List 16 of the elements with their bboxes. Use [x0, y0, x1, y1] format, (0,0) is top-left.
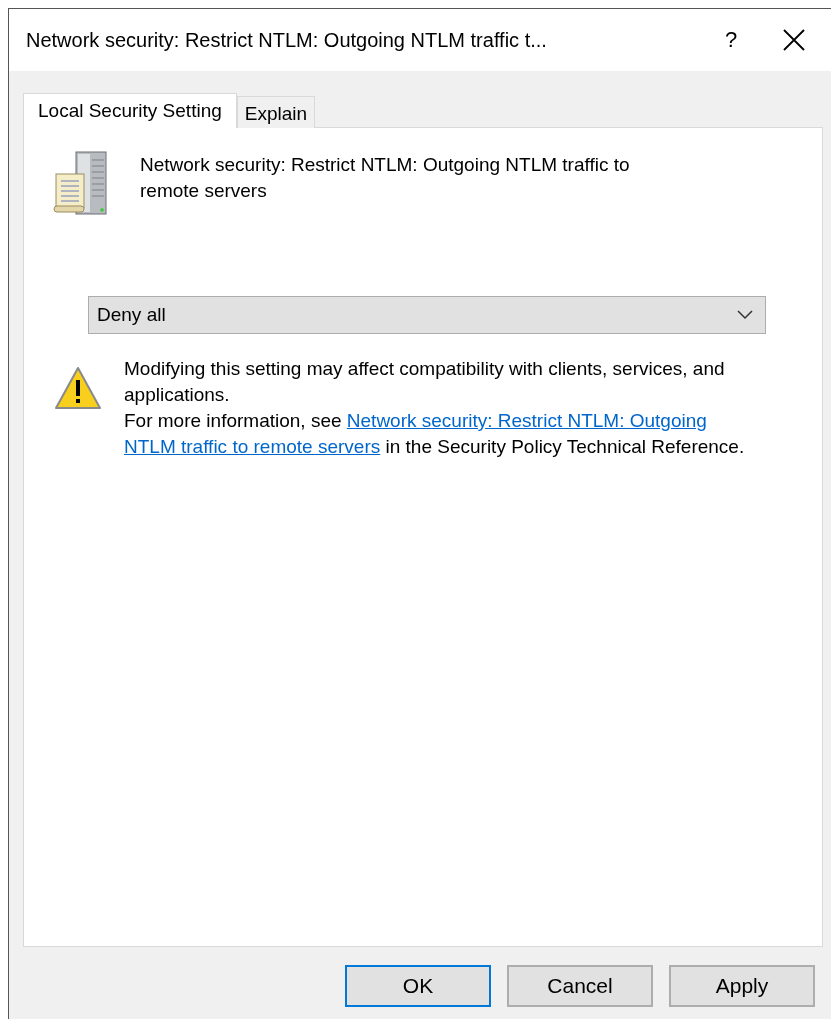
- help-button[interactable]: ?: [701, 27, 761, 53]
- setting-dropdown[interactable]: Deny all: [88, 296, 766, 334]
- close-icon[interactable]: [783, 29, 805, 51]
- dialog-button[interactable]: OK: [345, 965, 491, 1007]
- tab[interactable]: Local Security Setting: [23, 93, 237, 128]
- warning-text: Modifying this setting may affect compatibility with clients, services, and applications.: [124, 357, 726, 407]
- dialog-button[interactable]: Cancel: [507, 965, 653, 1007]
- warning-icon: [54, 366, 102, 410]
- reference-link[interactable]: NTLM traffic to remote servers: [124, 436, 381, 457]
- dialog-button[interactable]: Apply: [669, 965, 815, 1007]
- reference-link[interactable]: Network security: Restrict NTLM: Outgoing: [346, 410, 707, 431]
- policy-name: Network security: Restrict NTLM: Outgoing NTLM traffic to remote servers: [140, 153, 631, 203]
- chevron-down-icon: [737, 310, 753, 320]
- tab[interactable]: Explain: [236, 96, 316, 128]
- window-title: Network security: Restrict NTLM: Outgoing NTLM traffic t...: [26, 28, 548, 52]
- reference-text: For more information, see Network security: Restrict NTLM: Outgoing NTLM traffic to remote servers in the Security Policy Technical Reference.: [124, 409, 746, 459]
